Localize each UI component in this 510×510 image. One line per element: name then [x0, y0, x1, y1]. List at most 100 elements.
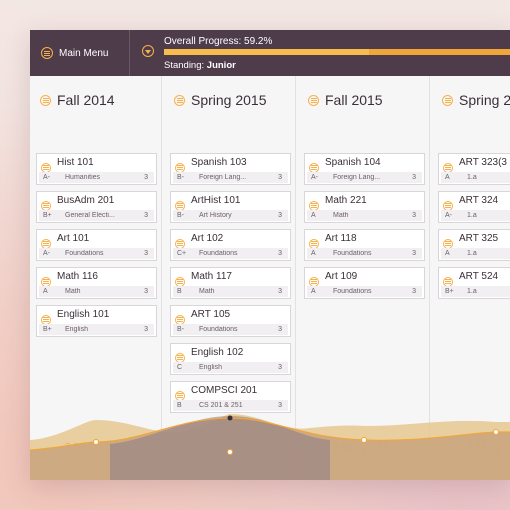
- course-menu-icon[interactable]: [41, 200, 51, 211]
- course-card[interactable]: English 102 C English 3: [170, 343, 291, 375]
- course-credits: 3: [278, 402, 282, 409]
- course-grade: B: [177, 402, 182, 409]
- course-meta: A Foundations 3: [307, 248, 422, 259]
- credits-point-2[interactable]: [227, 449, 233, 455]
- course-category: Foundations: [333, 250, 372, 257]
- course-category: Foreign Lang...: [199, 174, 247, 181]
- course-meta: B- Foreign Lang... 3: [173, 172, 288, 183]
- course-name: Art 102: [191, 233, 224, 244]
- course-menu-icon[interactable]: [175, 276, 185, 287]
- course-name: Math 117: [191, 271, 232, 282]
- course-menu-icon[interactable]: [443, 238, 453, 249]
- course-menu-icon[interactable]: [41, 162, 51, 173]
- course-name: Spanish 104: [325, 157, 381, 168]
- term-header[interactable]: Fall 2015: [308, 92, 383, 108]
- gpa-point-1[interactable]: [93, 439, 99, 445]
- term-title: Fall 2015: [325, 92, 383, 108]
- course-card[interactable]: Art 102 C+ Foundations 3: [170, 229, 291, 261]
- course-credits: 3: [144, 250, 148, 257]
- gpa-point-4[interactable]: [493, 429, 499, 435]
- gpa-dark-band: [110, 416, 330, 480]
- menu-icon: [41, 47, 53, 59]
- course-card[interactable]: ART 323(3 A 1.a: [438, 153, 510, 185]
- course-grade: A: [445, 174, 450, 181]
- course-name: Hist 101: [57, 157, 94, 168]
- course-menu-icon[interactable]: [41, 276, 51, 287]
- course-meta: A- Foreign Lang... 3: [307, 172, 422, 183]
- course-category: 1.a: [467, 174, 477, 181]
- course-menu-icon[interactable]: [309, 200, 319, 211]
- course-grade: B: [177, 288, 182, 295]
- course-credits: 3: [278, 364, 282, 371]
- course-credits: 3: [144, 326, 148, 333]
- course-card[interactable]: BusAdm 201 B+ General Electi... 3: [36, 191, 157, 223]
- course-card[interactable]: Math 116 A Math 3: [36, 267, 157, 299]
- course-card[interactable]: Spanish 104 A- Foreign Lang... 3: [304, 153, 425, 185]
- course-card[interactable]: Spanish 103 B- Foreign Lang... 3: [170, 153, 291, 185]
- gpa-point-2[interactable]: [227, 415, 233, 421]
- degree-planner-window: Main Menu Overall Progress: 59.2% Standi…: [30, 30, 510, 480]
- course-card[interactable]: ART 524 B+ 1.a: [438, 267, 510, 299]
- course-menu-icon[interactable]: [309, 162, 319, 173]
- course-category: English: [65, 326, 88, 333]
- course-meta: A 1.a: [441, 172, 510, 183]
- course-grade: A-: [43, 174, 50, 181]
- course-menu-icon[interactable]: [443, 276, 453, 287]
- course-grade: A: [311, 250, 316, 257]
- course-credits: 3: [412, 250, 416, 257]
- course-credits: 3: [278, 250, 282, 257]
- course-card[interactable]: Art 101 A- Foundations 3: [36, 229, 157, 261]
- course-menu-icon[interactable]: [41, 314, 51, 325]
- course-card[interactable]: ART 325 A 1.a: [438, 229, 510, 261]
- standing-text: Standing: Junior: [164, 60, 236, 71]
- course-grade: B-: [177, 212, 184, 219]
- course-grade: B+: [43, 326, 52, 333]
- term-header[interactable]: Spring 2015: [174, 92, 267, 108]
- course-menu-icon[interactable]: [175, 352, 185, 363]
- course-meta: C English 3: [173, 362, 288, 373]
- course-menu-icon[interactable]: [175, 200, 185, 211]
- course-name: BusAdm 201: [57, 195, 115, 206]
- course-name: English 102: [191, 347, 244, 358]
- course-menu-icon[interactable]: [175, 238, 185, 249]
- course-menu-icon[interactable]: [175, 162, 185, 173]
- course-name: Art 101: [57, 233, 90, 244]
- course-name: ART 325: [459, 233, 499, 244]
- course-meta: A Math 3: [39, 286, 154, 297]
- course-menu-icon[interactable]: [443, 162, 453, 173]
- course-card[interactable]: ART 324 A- 1.a: [438, 191, 510, 223]
- progress-dropdown-icon[interactable]: [142, 45, 154, 57]
- course-card[interactable]: Math 117 B Math 3: [170, 267, 291, 299]
- term-header[interactable]: Spring 20: [442, 92, 510, 108]
- course-menu-icon[interactable]: [443, 200, 453, 211]
- course-meta: A Foundations 3: [307, 286, 422, 297]
- course-card[interactable]: Hist 101 A- Humanities 3: [36, 153, 157, 185]
- course-credits: 3: [412, 288, 416, 295]
- course-category: Foundations: [199, 326, 238, 333]
- course-credits: 3: [278, 288, 282, 295]
- course-card[interactable]: Art 118 A Foundations 3: [304, 229, 425, 261]
- course-card[interactable]: Math 221 A Math 3: [304, 191, 425, 223]
- course-card[interactable]: English 101 B+ English 3: [36, 305, 157, 337]
- course-menu-icon[interactable]: [175, 314, 185, 325]
- course-card[interactable]: COMPSCI 201 B CS 201 & 251 3: [170, 381, 291, 413]
- course-grade: A: [445, 250, 450, 257]
- course-credits: 3: [144, 174, 148, 181]
- course-name: ART 524: [459, 271, 499, 282]
- term-header[interactable]: Fall 2014: [40, 92, 115, 108]
- course-menu-icon[interactable]: [309, 276, 319, 287]
- course-name: COMPSCI 201: [191, 385, 258, 396]
- course-name: ART 324: [459, 195, 499, 206]
- gpa-point-3[interactable]: [361, 437, 367, 443]
- term-menu-icon: [174, 94, 185, 106]
- course-menu-icon[interactable]: [309, 238, 319, 249]
- course-card[interactable]: ART 105 B- Foundations 3: [170, 305, 291, 337]
- course-menu-icon[interactable]: [41, 238, 51, 249]
- course-card[interactable]: Art 109 A Foundations 3: [304, 267, 425, 299]
- course-credits: 3: [412, 174, 416, 181]
- main-menu-button[interactable]: Main Menu: [30, 30, 130, 76]
- course-meta: B- Foundations 3: [173, 324, 288, 335]
- term-menu-icon: [308, 94, 319, 106]
- course-menu-icon[interactable]: [175, 390, 185, 401]
- course-card[interactable]: ArtHist 101 B- Art History 3: [170, 191, 291, 223]
